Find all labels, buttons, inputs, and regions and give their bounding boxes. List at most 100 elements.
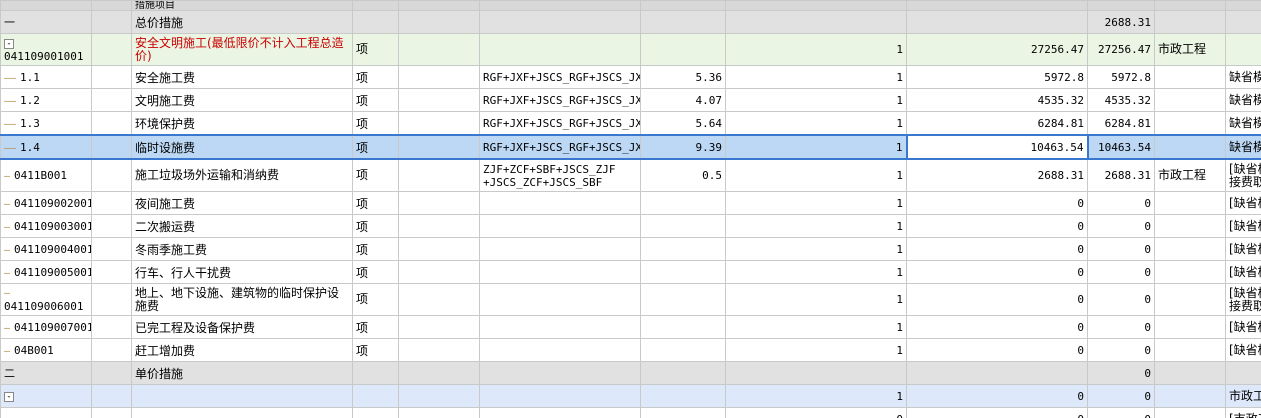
table-row[interactable]: —041109002001 夜间施工费 项 1 0 0 [缺省模: [0, 191, 1261, 215]
name-cell[interactable]: 临时设施费: [131, 134, 353, 160]
formula-cell[interactable]: [479, 338, 641, 362]
total-cell[interactable]: 0: [1087, 384, 1155, 408]
blank-cell[interactable]: [91, 111, 132, 136]
code-cell[interactable]: —041109004001: [0, 237, 92, 261]
formula-cell[interactable]: [479, 407, 641, 418]
blank-cell[interactable]: [91, 407, 132, 418]
unit-cell[interactable]: [352, 407, 399, 418]
price-cell[interactable]: 0: [906, 283, 1088, 316]
name-cell[interactable]: [131, 384, 353, 408]
price-cell[interactable]: 0: [906, 191, 1088, 215]
extra-cell[interactable]: [1225, 361, 1261, 385]
table-row[interactable]: - 1 0 0 市政工: [0, 384, 1261, 408]
blank-cell[interactable]: [398, 158, 480, 192]
major-cell[interactable]: [1154, 315, 1226, 339]
extra-cell[interactable]: 缺省模: [1225, 134, 1261, 160]
code-cell[interactable]: —041109007001: [0, 315, 92, 339]
name-cell[interactable]: [131, 407, 353, 418]
unit-cell[interactable]: [352, 10, 399, 34]
price-cell[interactable]: 0: [906, 407, 1088, 418]
blank-cell[interactable]: [91, 361, 132, 385]
unit-cell[interactable]: 项: [352, 214, 399, 238]
quantity-cell[interactable]: 1: [725, 191, 907, 215]
quantity-cell[interactable]: 1: [725, 214, 907, 238]
blank-cell[interactable]: [398, 10, 480, 34]
quantity-cell[interactable]: 1: [725, 283, 907, 316]
blank-cell[interactable]: [398, 361, 480, 385]
table-row[interactable]: -041109001001 安全文明施工(最低限价不计入工程总造价) 项 1 27256…: [0, 33, 1261, 66]
unit-cell[interactable]: 项: [352, 134, 399, 160]
major-cell[interactable]: [1154, 260, 1226, 284]
name-cell[interactable]: 已完工程及设备保护费: [131, 315, 353, 339]
quantity-cell[interactable]: 1: [725, 134, 907, 160]
blank-cell[interactable]: [91, 315, 132, 339]
code-cell[interactable]: 二: [0, 361, 92, 385]
formula-cell[interactable]: RGF+JXF+JSCS_RGF+JSCS_JXF: [479, 88, 641, 112]
formula-cell[interactable]: RGF+JXF+JSCS_RGF+JSCS_JXF: [479, 65, 641, 89]
rate-cell[interactable]: [640, 338, 726, 362]
unit-cell[interactable]: 项: [352, 315, 399, 339]
blank-cell[interactable]: [91, 33, 132, 66]
major-cell[interactable]: [1154, 134, 1226, 160]
section-row[interactable]: 二 单价措施 0: [0, 361, 1261, 385]
unit-cell[interactable]: 项: [352, 237, 399, 261]
extra-cell[interactable]: 缺省模: [1225, 65, 1261, 89]
rate-cell[interactable]: [640, 214, 726, 238]
total-cell[interactable]: 27256.47: [1087, 33, 1155, 66]
code-cell[interactable]: —041109002001: [0, 191, 92, 215]
price-cell[interactable]: 2688.31: [906, 158, 1088, 192]
quantity-cell[interactable]: [725, 10, 907, 34]
formula-cell[interactable]: RGF+JXF+JSCS_RGF+JSCS_JXF: [479, 111, 641, 136]
name-cell[interactable]: 总价措施: [131, 10, 353, 34]
table-row[interactable]: —— 1.2 文明施工费 项 RGF+JXF+JSCS_RGF+JSCS_JXF 4.07…: [0, 88, 1261, 112]
unit-cell[interactable]: 项: [352, 338, 399, 362]
code-cell[interactable]: —— 1.1: [0, 65, 92, 89]
formula-cell[interactable]: RGF+JXF+JSCS_RGF+JSCS_JXF: [479, 134, 641, 160]
blank-cell[interactable]: [91, 65, 132, 89]
major-cell[interactable]: [1154, 361, 1226, 385]
formula-cell[interactable]: ZJF+ZCF+SBF+JSCS_ZJF +JSCS_ZCF+JSCS_SBF: [479, 158, 641, 192]
table-row[interactable]: —— 1.3 环境保护费 项 RGF+JXF+JSCS_RGF+JSCS_JXF 5.64…: [0, 111, 1261, 136]
blank-cell[interactable]: [91, 260, 132, 284]
major-cell[interactable]: 市政工程: [1154, 158, 1226, 192]
section-row[interactable]: 一 总价措施 2688.31: [0, 10, 1261, 34]
extra-cell[interactable]: 缺省模: [1225, 111, 1261, 136]
table-row[interactable]: —— 1.1 安全施工费 项 RGF+JXF+JSCS_RGF+JSCS_JXF 5.36…: [0, 65, 1261, 89]
unit-cell[interactable]: 项: [352, 283, 399, 316]
extra-cell[interactable]: [缺省模: [1225, 338, 1261, 362]
unit-cell[interactable]: [352, 384, 399, 408]
price-cell[interactable]: 4535.32: [906, 88, 1088, 112]
price-cell[interactable]: 0: [906, 237, 1088, 261]
rate-cell[interactable]: [640, 33, 726, 66]
extra-cell[interactable]: [缺省模: [1225, 237, 1261, 261]
total-cell[interactable]: 0: [1087, 361, 1155, 385]
unit-cell[interactable]: 项: [352, 33, 399, 66]
major-cell[interactable]: [1154, 111, 1226, 136]
table-row[interactable]: —041109006001 地上、地下设施、建筑物的临时保护设施费 项 1 0 0 [缺省模…: [0, 283, 1261, 316]
price-cell[interactable]: 0: [906, 384, 1088, 408]
rate-cell[interactable]: 4.07: [640, 88, 726, 112]
total-cell[interactable]: 0: [1087, 214, 1155, 238]
formula-cell[interactable]: [479, 260, 641, 284]
name-cell[interactable]: 地上、地下设施、建筑物的临时保护设施费: [131, 283, 353, 316]
unit-cell[interactable]: 项: [352, 191, 399, 215]
formula-cell[interactable]: [479, 237, 641, 261]
price-cell[interactable]: 0: [906, 260, 1088, 284]
rate-cell[interactable]: [640, 315, 726, 339]
blank-cell[interactable]: [398, 384, 480, 408]
total-cell[interactable]: 0: [1087, 191, 1155, 215]
code-cell[interactable]: —041109003001: [0, 214, 92, 238]
total-cell[interactable]: 10463.54: [1087, 134, 1155, 160]
table-row[interactable]: —041109007001 已完工程及设备保护费 项 1 0 0 [缺省模: [0, 315, 1261, 339]
blank-cell[interactable]: [91, 237, 132, 261]
extra-cell[interactable]: [市政工: [1225, 407, 1261, 418]
total-cell[interactable]: 6284.81: [1087, 111, 1155, 136]
code-cell[interactable]: —041109006001: [0, 283, 92, 316]
name-cell[interactable]: 赶工增加费: [131, 338, 353, 362]
name-cell[interactable]: 二次搬运费: [131, 214, 353, 238]
quantity-cell[interactable]: 1: [725, 88, 907, 112]
code-cell[interactable]: 一: [0, 10, 92, 34]
name-cell[interactable]: 夜间施工费: [131, 191, 353, 215]
extra-cell[interactable]: [1225, 33, 1261, 66]
blank-cell[interactable]: [398, 191, 480, 215]
